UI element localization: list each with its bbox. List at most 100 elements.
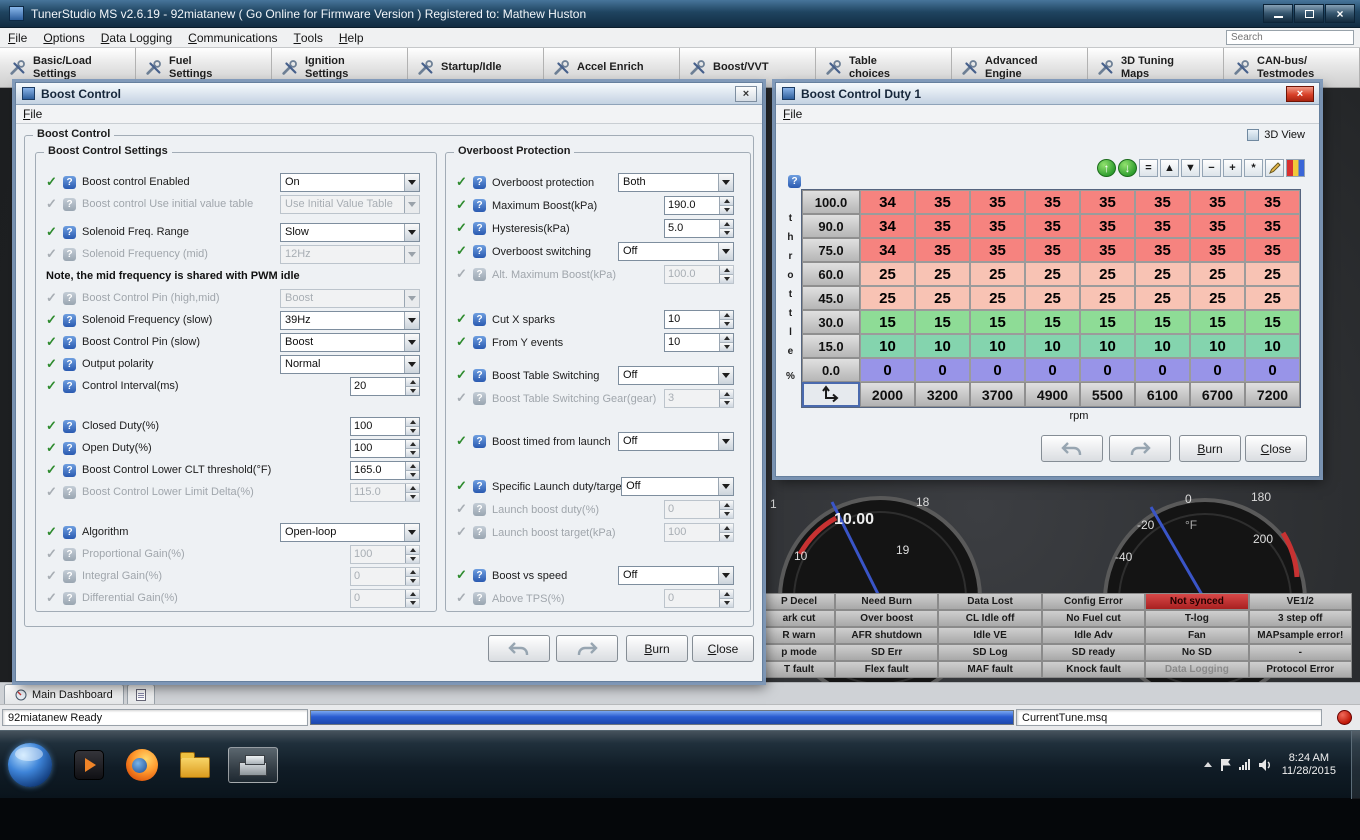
checkbox[interactable] [456, 480, 469, 493]
dec-icon[interactable]: ▼ [1181, 159, 1200, 177]
table-cell[interactable]: 10 [1025, 334, 1080, 358]
spinner-launch-boost-duty[interactable]: 0 [664, 500, 734, 519]
table-cell[interactable]: 25 [1245, 262, 1300, 286]
checkbox[interactable] [46, 486, 59, 499]
checkbox[interactable] [456, 336, 469, 349]
spin-down-icon[interactable] [406, 555, 419, 563]
spin-up-icon[interactable] [406, 568, 419, 577]
help-icon[interactable] [473, 592, 486, 605]
table-cell[interactable]: 25 [915, 286, 970, 310]
checkbox[interactable] [456, 592, 469, 605]
burn-button[interactable]: Burn [1179, 435, 1241, 462]
checkbox[interactable] [456, 526, 469, 539]
table-cell[interactable]: 25 [1025, 262, 1080, 286]
network-icon[interactable] [1239, 759, 1250, 770]
checkbox[interactable] [46, 570, 59, 583]
close-dialog-button[interactable]: Close [1245, 435, 1307, 462]
dropdown-boost-control-use-initial-value-table[interactable]: Use Initial Value Table [280, 195, 420, 214]
checkbox[interactable] [46, 442, 59, 455]
table-cell[interactable]: 35 [1080, 190, 1135, 214]
spin-down-icon[interactable] [720, 320, 733, 328]
checkbox[interactable] [46, 226, 59, 239]
checkbox[interactable] [46, 592, 59, 605]
clock[interactable]: 8:24 AM 11/28/2015 [1282, 752, 1336, 778]
dropdown-algorithm[interactable]: Open-loop [280, 523, 420, 542]
table-cell[interactable]: 35 [1135, 214, 1190, 238]
table-cell[interactable]: 15 [1135, 310, 1190, 334]
menu-help[interactable]: Help [331, 28, 372, 47]
checkbox[interactable] [456, 222, 469, 235]
table-cell[interactable]: 0 [1245, 358, 1300, 382]
checkbox[interactable] [46, 198, 59, 211]
checkbox[interactable] [46, 176, 59, 189]
table-cell[interactable]: 10 [915, 334, 970, 358]
table-cell[interactable]: 25 [970, 286, 1025, 310]
help-icon[interactable] [473, 526, 486, 539]
checkbox[interactable] [46, 314, 59, 327]
spin-up-icon[interactable] [720, 266, 733, 275]
table-cell[interactable]: 35 [970, 190, 1025, 214]
table-cell[interactable]: 35 [1190, 238, 1245, 262]
spinner-closed-duty[interactable]: 100 [350, 417, 420, 436]
dropdown-overboost-protection[interactable]: Both [618, 173, 734, 192]
table-cell[interactable]: 25 [1135, 286, 1190, 310]
dropdown-specific-launch-duty-target[interactable]: Off [621, 477, 734, 496]
table-cell[interactable]: 15 [1025, 310, 1080, 334]
table-cell[interactable]: 0 [915, 358, 970, 382]
spinner-proportional-gain[interactable]: 100 [350, 545, 420, 564]
help-icon[interactable] [63, 336, 76, 349]
spin-down-icon[interactable] [720, 399, 733, 407]
help-icon[interactable] [473, 503, 486, 516]
table-cell[interactable]: 25 [860, 286, 915, 310]
table-cell[interactable]: 0 [1135, 358, 1190, 382]
checkbox[interactable] [456, 435, 469, 448]
spin-down-icon[interactable] [720, 533, 733, 541]
table-cell[interactable]: 35 [1080, 214, 1135, 238]
table-cell[interactable]: 10 [1080, 334, 1135, 358]
spin-down-icon[interactable] [406, 449, 419, 457]
table-cell[interactable]: 15 [1080, 310, 1135, 334]
help-icon[interactable] [788, 175, 801, 188]
spin-down-icon[interactable] [406, 387, 419, 395]
spinner-control-interval-ms[interactable]: 20 [350, 377, 420, 396]
table-cell[interactable]: 35 [915, 214, 970, 238]
taskbar-explorer[interactable] [180, 752, 210, 778]
table-cell[interactable]: 10 [1135, 334, 1190, 358]
menu-tools[interactable]: Tools [286, 28, 331, 47]
tab-new-dashboard[interactable] [127, 684, 155, 704]
spinner-integral-gain[interactable]: 0 [350, 567, 420, 586]
duty-dialog-titlebar[interactable]: Boost Control Duty 1 × [776, 83, 1319, 105]
table-cell[interactable]: 15 [970, 310, 1025, 334]
table-cell[interactable]: 10 [1190, 334, 1245, 358]
tray-expand-icon[interactable] [1204, 762, 1212, 767]
equals-icon[interactable]: = [1139, 159, 1158, 177]
spin-down-icon[interactable] [406, 577, 419, 585]
spinner-boost-control-lower-clt-threshold-f[interactable]: 165.0 [350, 461, 420, 480]
table-cell[interactable]: 0 [1080, 358, 1135, 382]
pencil-icon[interactable] [1265, 159, 1284, 177]
close-dialog-button[interactable]: Close [692, 635, 754, 662]
table-cell[interactable]: 15 [915, 310, 970, 334]
maximize-button[interactable] [1294, 4, 1324, 23]
dropdown-overboost-switching[interactable]: Off [618, 242, 734, 261]
checkbox[interactable] [46, 380, 59, 393]
spinner-from-y-events[interactable]: 10 [664, 333, 734, 352]
spin-up-icon[interactable] [720, 390, 733, 399]
spin-up-icon[interactable] [406, 546, 419, 555]
spinner-above-tps[interactable]: 0 [664, 589, 734, 608]
checkbox[interactable] [46, 548, 59, 561]
spin-down-icon[interactable] [720, 510, 733, 518]
dropdown-boost-control-pin-slow[interactable]: Boost [280, 333, 420, 352]
table-cell[interactable]: 35 [1245, 214, 1300, 238]
heatmap-icon[interactable] [1286, 159, 1305, 177]
redo-button[interactable] [556, 635, 618, 662]
table-cell[interactable]: 34 [860, 214, 915, 238]
table-cell[interactable]: 0 [1190, 358, 1245, 382]
spin-up-icon[interactable] [720, 311, 733, 320]
checkbox[interactable] [46, 464, 59, 477]
table-cell[interactable]: 0 [860, 358, 915, 382]
spin-down-icon[interactable] [406, 493, 419, 501]
table-cell[interactable]: 35 [1135, 238, 1190, 262]
help-icon[interactable] [63, 570, 76, 583]
dropdown-boost-control-pin-high-mid[interactable]: Boost [280, 289, 420, 308]
